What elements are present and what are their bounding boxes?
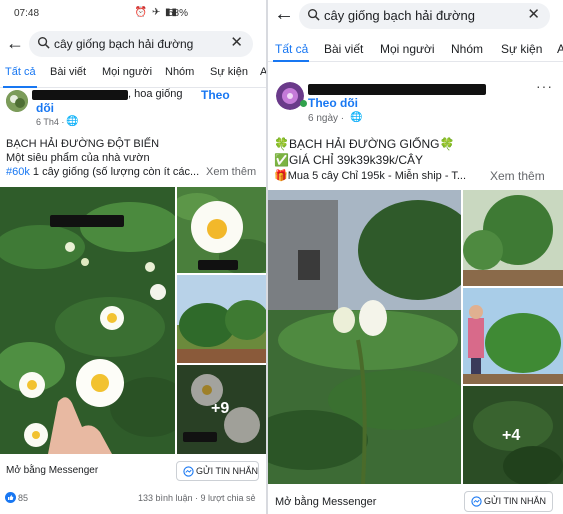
avatar[interactable] (276, 82, 304, 110)
post-image-3[interactable] (177, 275, 266, 363)
post-line-3-text: 1 cây giống (số lượng còn ít các... (29, 166, 200, 178)
search-header: ← cây giống bạch hải đường ✕ (268, 0, 563, 32)
hashtag-link[interactable]: #60k (6, 166, 30, 178)
follow-button-line2[interactable]: dõi (36, 101, 54, 115)
post-image-2[interactable] (463, 190, 563, 286)
open-in-messenger-label: Mở bằng Messenger (275, 496, 377, 508)
post-image-main[interactable] (268, 190, 461, 484)
comments-shares-count[interactable]: 133 bình luận · 9 lượt chia sẻ (138, 493, 256, 503)
status-bar: 07:48 ⏰ ✈ ▮▮ 58% (0, 0, 266, 28)
filter-tabs: Tất cả Bài viết Mọi người Nhóm Sự kiện A (0, 62, 266, 88)
open-in-messenger-label: Mở bằng Messenger (6, 465, 99, 476)
search-input[interactable]: cây giống bạch hải đường ✕ (29, 31, 253, 57)
send-message-label: GỬI TIN NHẮN (196, 466, 259, 476)
post-image-main[interactable] (0, 187, 175, 454)
post-line-3: #60k 1 cây giống (số lượng còn ít các... (6, 166, 199, 178)
reaction-count[interactable]: 85 (18, 493, 28, 503)
active-tab-indicator (273, 60, 309, 62)
see-more-link[interactable]: Xem thêm (490, 169, 545, 183)
tab-people[interactable]: Mọi người (102, 66, 152, 78)
globe-icon: 🌐 (350, 112, 363, 123)
tab-events[interactable]: Sự kiện (210, 66, 248, 78)
tab-all[interactable]: Tất cả (275, 42, 308, 56)
send-message-button[interactable]: GỬI TIN NHẮN (464, 491, 553, 512)
tab-events[interactable]: Sự kiện (501, 42, 542, 56)
tab-posts[interactable]: Bài viết (50, 66, 86, 78)
avatar[interactable] (6, 90, 28, 112)
tab-posts[interactable]: Bài viết (324, 42, 363, 56)
active-tab-indicator (3, 86, 37, 88)
author-name[interactable]: , hoa giống (128, 88, 182, 100)
post-image-3[interactable] (463, 288, 563, 384)
post-line-3: 🎁Mua 5 cây Chỉ 195k - Miễn ship - T... (274, 170, 467, 182)
more-images-count[interactable]: +4 (502, 427, 520, 445)
status-time: 07:48 (14, 8, 40, 19)
right-screenshot: ← cây giống bạch hải đường ✕ Tất cả Bài … (268, 0, 563, 514)
tab-groups[interactable]: Nhóm (165, 66, 194, 78)
redacted-watermark (50, 215, 124, 227)
post-line-1: BẠCH HẢI ĐƯỜNG ĐỘT BIẾN (6, 138, 160, 150)
back-arrow-icon[interactable]: ← (6, 32, 28, 54)
see-more-link[interactable]: Xem thêm (206, 166, 256, 178)
messenger-icon (471, 496, 482, 507)
search-query: cây giống bạch hải đường (54, 37, 194, 51)
more-images-count[interactable]: +9 (211, 400, 229, 418)
post-line-2: Một siêu phẩm của nhà vườn (6, 152, 150, 164)
globe-icon: 🌐 (66, 116, 79, 127)
send-message-button[interactable]: GỬI TIN NHẮN (176, 461, 259, 481)
post-line-2: ✅GIÁ CHỈ 39k39k39k/CÂY (274, 153, 423, 167)
left-screenshot: 07:48 ⏰ ✈ ▮▮ 58% ← cây giống bạch hải đư… (0, 0, 266, 514)
redacted-author (308, 84, 486, 95)
filter-tabs: Tất cả Bài viết Mọi người Nhóm Sự kiện A (268, 36, 563, 62)
follow-button[interactable]: Theo (201, 88, 230, 102)
back-arrow-icon[interactable]: ← (274, 3, 296, 25)
clear-icon[interactable]: ✕ (230, 35, 243, 51)
search-input[interactable]: cây giống bạch hải đường ✕ (299, 3, 550, 29)
send-message-label: GỬI TIN NHẮN (484, 496, 547, 506)
like-reaction-icon (5, 492, 16, 503)
redacted-watermark-3 (183, 432, 217, 442)
redacted-author (32, 90, 128, 100)
search-header: ← cây giống bạch hải đường ✕ (0, 28, 266, 60)
redacted-watermark-2 (198, 260, 238, 270)
post-time: 6 Th4 · (36, 117, 65, 127)
follow-button[interactable]: Theo dõi (308, 96, 358, 110)
tab-more[interactable]: A (557, 42, 563, 56)
post-time: 6 ngày · (308, 113, 345, 124)
messenger-icon (183, 466, 194, 477)
search-query: cây giống bạch hải đường (324, 8, 475, 23)
tab-groups[interactable]: Nhóm (451, 42, 483, 56)
more-options-icon[interactable]: ··· (536, 78, 553, 94)
online-status-icon (300, 100, 307, 107)
clear-icon[interactable]: ✕ (527, 7, 540, 23)
search-icon (37, 36, 50, 49)
battery-level: 58% (167, 8, 188, 19)
tab-all[interactable]: Tất cả (5, 66, 36, 78)
post-line-1: 🍀BẠCH HẢI ĐƯỜNG GIỐNG🍀 (274, 137, 455, 151)
tab-people[interactable]: Mọi người (380, 42, 435, 56)
search-icon (307, 8, 320, 21)
